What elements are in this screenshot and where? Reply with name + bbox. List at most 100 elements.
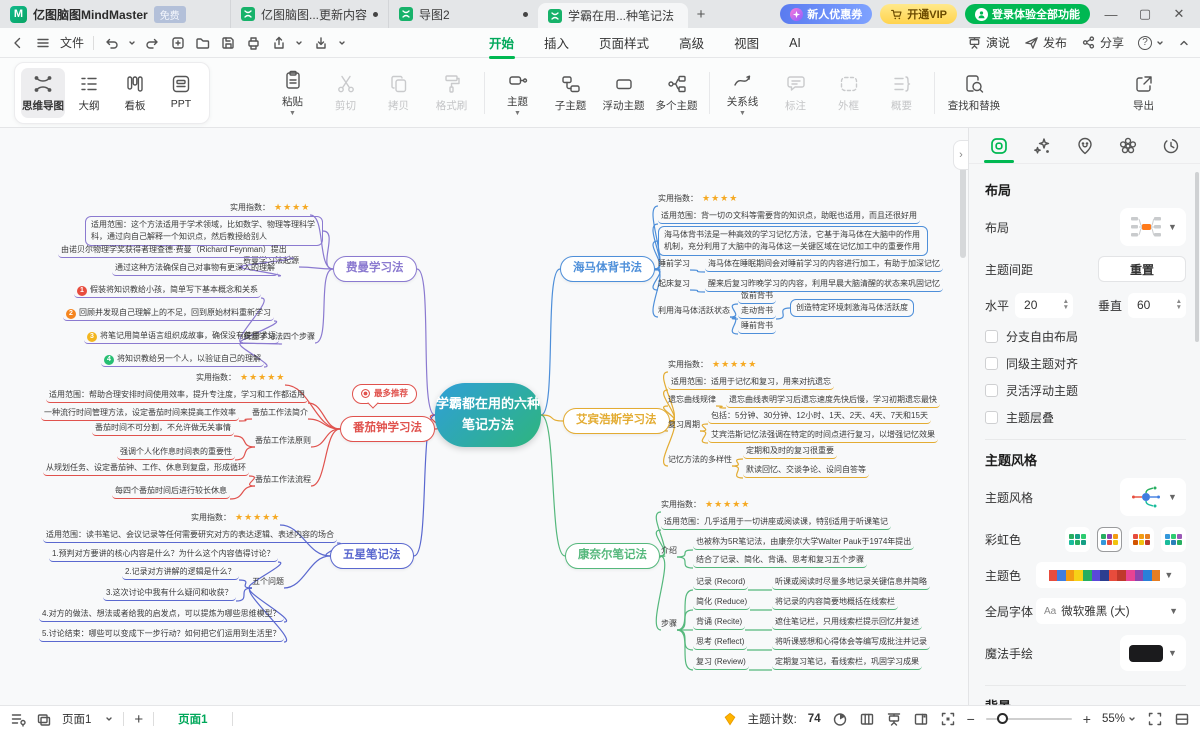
tab-insert[interactable]: 插入 <box>542 28 571 57</box>
fit-to-screen-icon[interactable] <box>940 711 956 727</box>
mindmap-node-kn[interactable]: 康奈尔笔记法 <box>565 543 660 569</box>
topic-button[interactable]: 主题▼ <box>491 69 544 116</box>
mindmap-node-ab-cycle-1[interactable]: 包括：5分钟、30分钟、12小时、1天、2天、4天、7天和15天 <box>708 410 931 424</box>
checkbox-align-sibling-topics[interactable]: 同级主题对齐 <box>985 350 1186 377</box>
cut-button[interactable]: 剪切 <box>319 73 372 113</box>
export-button[interactable]: 导出 <box>1117 73 1170 113</box>
page-preview-icon[interactable] <box>36 711 52 727</box>
mindmap-node-kn-scope[interactable]: 适用范围：几乎适用于一切讲座或阅读课，特别适用于听课笔记 <box>661 516 891 530</box>
checkbox-icon[interactable] <box>985 384 998 397</box>
checkbox-topic-overlap[interactable]: 主题层叠 <box>985 404 1186 431</box>
mindmap-node-tm-intro[interactable]: 番茄工作法简介 <box>252 407 308 419</box>
split-view-icon[interactable] <box>1174 711 1190 727</box>
mindmap-node-hm-a3[interactable]: 睡前背书 <box>738 320 776 334</box>
page-tab-active[interactable]: 页面1 <box>164 711 221 727</box>
mindmap-node-hm-sleep-1[interactable]: 海马体在睡眠期间会对睡前学习的内容进行加工，有助于加深记忆 <box>705 258 943 272</box>
mindmap-node-ab-var[interactable]: 记忆方法的多样性 <box>668 454 732 466</box>
present-button[interactable]: 演说 <box>967 34 1010 51</box>
mindmap-node-ab-var-2[interactable]: 默读回忆、交谈争论、设问自答等 <box>743 464 869 478</box>
page-dropdown[interactable]: 页面1 <box>62 711 113 727</box>
publish-button[interactable]: 发布 <box>1024 34 1067 51</box>
mindmap-node-hm-wake[interactable]: 起床复习 <box>658 278 690 290</box>
mindmap-node-hm[interactable]: 海马体背书法 <box>560 256 655 282</box>
presentation-mode-icon[interactable] <box>886 711 902 727</box>
document-tab-1[interactable]: 亿图脑图...更新内容 <box>230 0 388 28</box>
mindmap-node-kn-s3[interactable]: 背诵 (Recite) <box>693 616 745 630</box>
mindmap-node-kn-s5d[interactable]: 定期复习笔记，看线索栏，巩固学习成果 <box>772 656 922 670</box>
login-button[interactable]: 登录体验全部功能 <box>965 4 1090 24</box>
print-icon[interactable] <box>245 35 261 51</box>
panel-collapse-button[interactable]: › <box>953 140 968 170</box>
mindmap-node-kn-intro-1[interactable]: 也被称为5R笔记法，由康奈尔大学Walter Pauk于1974年提出 <box>693 536 914 550</box>
mindmap-canvas[interactable]: 学霸都在用的六种笔记方法费曼学习法实用指数：★★★★适用范围：这个方法适用于学术… <box>0 128 968 705</box>
mindmap-node-kn-steps[interactable]: 步骤 <box>661 618 677 630</box>
mode-mindmap[interactable]: 思维导图 <box>21 68 65 118</box>
mindmap-node-center[interactable]: 学霸都在用的六种笔记方法 <box>435 383 541 447</box>
mindmap-node-tm-flow-1[interactable]: 从规划任务、设定番茄钟、工作、休息到复盘，形成循环 <box>43 462 249 476</box>
vip-button[interactable]: 开通VIP <box>880 4 957 24</box>
mindmap-node-hm-box[interactable]: 创造特定环境刺激海马体活跃度 <box>790 299 914 317</box>
maximize-button[interactable]: ▢ <box>1132 6 1158 22</box>
mindmap-node-ab[interactable]: 艾宾浩斯学习法 <box>563 408 670 434</box>
magic-hand-drawn-dropdown[interactable]: ▼ <box>1120 635 1186 671</box>
panel-scrollbar[interactable] <box>1195 172 1199 342</box>
mindmap-node-fm-step-3[interactable]: 3将笔记用简单语言组织成故事，确保没有使用术语 <box>84 330 279 344</box>
document-tab-3-active[interactable]: 学霸在用...种笔记法 <box>538 3 688 28</box>
zoom-level-dropdown[interactable]: 55% <box>1102 713 1136 725</box>
panel-tab-plugins[interactable] <box>1111 129 1145 163</box>
export-file-icon[interactable] <box>270 35 286 51</box>
callout-button[interactable]: 标注 <box>769 73 822 113</box>
save-icon[interactable] <box>220 35 236 51</box>
mindmap-node-fm-stars[interactable]: 实用指数：★★★★ <box>230 201 310 215</box>
floating-topic-button[interactable]: 浮动主题 <box>597 73 650 113</box>
mindmap-node-tm-stars[interactable]: 实用指数：★★★★★ <box>196 371 285 385</box>
paste-button[interactable]: 粘贴▼ <box>266 69 319 116</box>
mindmap-node-kn-intro-2[interactable]: 结合了记录、简化、背诵、思考和复习五个步骤 <box>693 554 867 568</box>
share-button[interactable]: 分享 <box>1081 34 1124 51</box>
mindmap-node-ab-cycle-2[interactable]: 艾宾浩斯记忆法强调在特定的时间点进行复习，以增强记忆效果 <box>708 429 938 443</box>
mindmap-node-fm-scope[interactable]: 适用范围：这个方法适用于学术领域，比如数学、物理等理科学科，通过向自己解释一个知… <box>85 216 323 246</box>
redo-icon[interactable] <box>145 35 161 51</box>
zoom-in-button[interactable]: + <box>1083 711 1091 727</box>
tab-view[interactable]: 视图 <box>732 28 761 57</box>
checkbox-icon[interactable] <box>985 357 998 370</box>
layout-dropdown[interactable]: ▼ <box>1120 208 1186 246</box>
new-file-icon[interactable] <box>170 35 186 51</box>
toolbar-more-icon[interactable] <box>337 38 347 48</box>
zoom-slider[interactable] <box>986 718 1072 720</box>
checkbox-icon[interactable] <box>985 330 998 343</box>
mindmap-node-ab-var-1[interactable]: 定期和及时的复习很重要 <box>743 445 837 459</box>
mindmap-node-kn-stars[interactable]: 实用指数：★★★★★ <box>661 498 750 512</box>
mindmap-node-wx-q4[interactable]: 4.对方的做法、想法或者给我的启发点，可以提炼为哪些思维模型？ <box>39 608 284 622</box>
mindmap-node-ab-curve[interactable]: 遗忘曲线规律 <box>668 394 716 406</box>
undo-caret-icon[interactable] <box>128 39 136 47</box>
tab-page-style[interactable]: 页面样式 <box>597 28 651 57</box>
panel-layout-icon[interactable] <box>913 711 929 727</box>
mindmap-node-fm-step-2[interactable]: 2回顾并发现自己理解上的不足，回到原始材料重新学习 <box>63 307 274 321</box>
app-tab[interactable]: M 亿图脑图MindMaster 免费 <box>0 0 230 28</box>
theme-style-dropdown[interactable]: ▼ <box>1120 478 1186 516</box>
mindmap-node-wx-scope[interactable]: 适用范围：读书笔记、会议记录等任何需要研究对方的表达逻辑、表述内容的场合 <box>43 529 337 543</box>
rainbow-swatch-4[interactable] <box>1161 527 1186 552</box>
mindmap-node-ab-cycle[interactable]: 复习周期 <box>668 419 700 431</box>
mindmap-node-tm-rule-2[interactable]: 强调个人化作息时间表的重要性 <box>117 446 235 460</box>
export-caret-icon[interactable] <box>295 39 303 47</box>
mindmap-node-kn-s2[interactable]: 简化 (Reduce) <box>693 596 750 610</box>
mindmap-node-wx-stars[interactable]: 实用指数：★★★★★ <box>191 511 280 525</box>
mindmap-node-fm-step-4[interactable]: 4将知识教给另一个人，以验证自己的理解 <box>101 353 264 367</box>
copy-button[interactable]: 拷贝 <box>372 73 425 113</box>
import-icon[interactable] <box>312 35 328 51</box>
mindmap-node-hm-active[interactable]: 利用海马体活跃状态 <box>658 305 730 317</box>
fullscreen-icon[interactable] <box>1147 711 1163 727</box>
mindmap-node-tm-rule[interactable]: 番茄工作法原则 <box>255 435 311 447</box>
checkbox-icon[interactable] <box>985 411 998 424</box>
mindmap-node-hm-scope[interactable]: 适用范围：背一切の文科等需要背的知识点，助眠也适用，而且还很好用 <box>658 210 920 224</box>
mindmap-node-hm-desc[interactable]: 海马体背书法是一种高效的学习记忆方法，它基于海马体在大脑中的作用机制，充分利用了… <box>658 226 928 256</box>
close-button[interactable]: ✕ <box>1166 6 1192 22</box>
outline-view-icon[interactable] <box>859 711 875 727</box>
mindmap-node-ab-curve-1[interactable]: 遗忘曲线表明学习后遗忘速度先快后慢，学习初期遗忘最快 <box>726 394 940 408</box>
timer-icon[interactable] <box>832 711 848 727</box>
global-font-dropdown[interactable]: Aa微软雅黑 (大)▼ <box>1036 598 1186 624</box>
stepper-arrows-icon[interactable]: ▲▼ <box>1063 299 1069 311</box>
mindmap-node-kn-s5[interactable]: 复习 (Review) <box>693 656 749 670</box>
